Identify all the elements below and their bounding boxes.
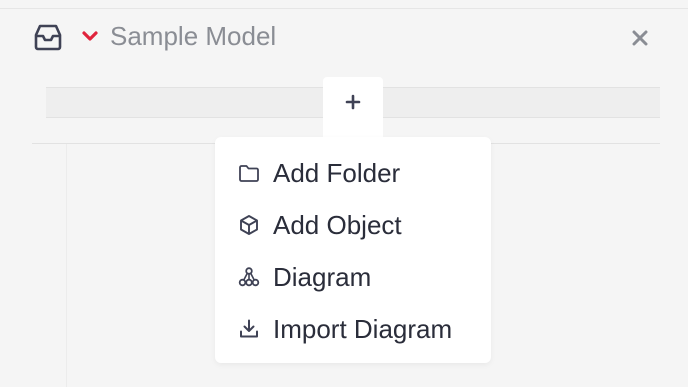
cube-icon [237,213,261,237]
menu-item-label: Add Object [273,210,402,240]
add-menu: Add Folder Add Object Diagram Import Dia… [215,137,491,363]
menu-item-diagram[interactable]: Diagram [215,253,491,301]
menu-item-label: Diagram [273,262,372,292]
menu-item-label: Add Folder [273,158,401,188]
menu-item-add-object[interactable]: Add Object [215,201,491,249]
menu-item-label: Import Diagram [273,314,453,344]
add-button[interactable] [323,77,383,137]
model-header: Sample Model [0,9,688,67]
plus-icon [345,94,361,110]
inbox-icon[interactable] [31,23,65,51]
panel-edge [66,144,67,387]
close-icon[interactable] [630,28,650,48]
folder-icon [237,161,261,185]
model-title[interactable]: Sample Model [110,21,276,51]
menu-item-add-folder[interactable]: Add Folder [215,149,491,197]
hierarchy-icon [237,265,261,289]
chevron-down-icon[interactable] [81,29,99,43]
app-window: Sample Model Add Folder Add Object Diagr… [0,0,688,387]
import-icon [237,317,261,341]
menu-item-import-diagram[interactable]: Import Diagram [215,305,491,353]
